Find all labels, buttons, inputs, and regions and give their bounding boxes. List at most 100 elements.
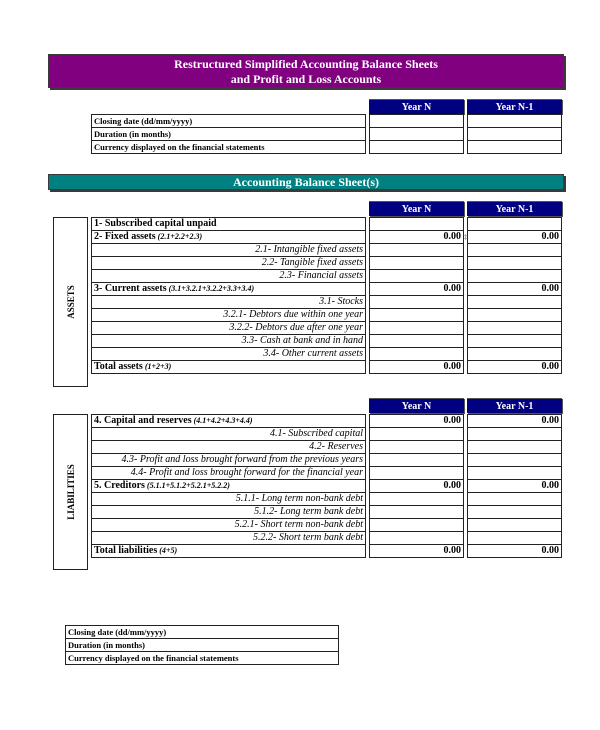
assets-header-year-n1: Year N-1 [467, 201, 562, 216]
assets-row: 3.2.1- Debtors due within one year [91, 308, 366, 322]
footer-info-row: Closing date (dd/mm/yyyy) [65, 625, 339, 639]
footer-info-label: Duration (in months) [65, 638, 339, 652]
assets-year-n1-value[interactable] [467, 269, 562, 283]
assets-item-label: Total assets (1+2+3) [91, 360, 366, 374]
assets-item-label: 2.1- Intangible fixed assets [91, 243, 366, 257]
assets-row [369, 347, 464, 361]
assets-year-n1-value[interactable]: 0.00 [467, 282, 562, 296]
liabilities-year-n-value[interactable] [369, 492, 464, 506]
assets-row [467, 334, 562, 348]
liabilities-row [467, 518, 562, 532]
assets-side-box: ASSETS [53, 217, 88, 387]
info-year-n1-input[interactable] [467, 140, 562, 154]
assets-year-n-value[interactable]: 0.00 [369, 230, 464, 244]
assets-item-label: 3- Current assets (3.1+3.2.1+3.2.2+3.3+3… [91, 282, 366, 296]
info-year-n1-input[interactable] [467, 127, 562, 141]
info-row: Currency displayed on the financial stat… [91, 140, 366, 154]
assets-year-n1-table: 0.00 0.00 0.00 [467, 217, 562, 374]
liabilities-year-n1-value[interactable]: 0.00 [467, 544, 562, 558]
assets-row: 2- Fixed assets (2.1+2.2+2.3) [91, 230, 366, 244]
liabilities-year-n-value[interactable]: 0.00 [369, 414, 464, 428]
info-header-year-n: Year N [369, 99, 464, 114]
assets-year-n-value[interactable]: 0.00 [369, 282, 464, 296]
liabilities-year-n1-value[interactable]: 0.00 [467, 414, 562, 428]
assets-row: 3.4- Other current assets [91, 347, 366, 361]
liabilities-year-n1-value[interactable] [467, 440, 562, 454]
assets-year-n-value[interactable] [369, 321, 464, 335]
info-year-n-input[interactable] [369, 114, 464, 128]
liabilities-row: 4.3- Profit and loss brought forward fro… [91, 453, 366, 467]
assets-row [369, 295, 464, 309]
liabilities-year-n-value[interactable] [369, 453, 464, 467]
assets-row [369, 334, 464, 348]
assets-year-n1-value[interactable] [467, 321, 562, 335]
liabilities-year-n-value[interactable] [369, 505, 464, 519]
assets-year-n-value[interactable]: 0.00 [369, 360, 464, 374]
assets-row: 3.1- Stocks [91, 295, 366, 309]
liabilities-item-label: 5. Creditors (5.1.1+5.1.2+5.2.1+5.2.2) [91, 479, 366, 493]
liabilities-row [369, 453, 464, 467]
assets-year-n1-value[interactable]: 0.00 [467, 230, 562, 244]
liabilities-year-n-value[interactable] [369, 427, 464, 441]
assets-items-table: 1- Subscribed capital unpaid 2- Fixed ass… [91, 217, 366, 374]
assets-year-n1-value[interactable] [467, 295, 562, 309]
assets-year-n-value[interactable] [369, 308, 464, 322]
assets-year-n1-value[interactable]: 0.00 [467, 360, 562, 374]
liabilities-year-n-value[interactable] [369, 518, 464, 532]
liabilities-year-n1-value[interactable] [467, 518, 562, 532]
assets-formula: (3.1+3.2.1+3.2.2+3.3+3.4) [166, 284, 255, 293]
liabilities-year-n-value[interactable]: 0.00 [369, 544, 464, 558]
liabilities-year-n-table: 0.00 0.00 0.00 [369, 414, 464, 558]
assets-row: 3.3- Cash at bank and in hand [91, 334, 366, 348]
liabilities-year-n1-value[interactable] [467, 466, 562, 480]
liabilities-year-n-value[interactable] [369, 466, 464, 480]
liabilities-year-n1-value[interactable]: 0.00 [467, 479, 562, 493]
assets-year-n-value[interactable] [369, 334, 464, 348]
liabilities-year-n-value[interactable] [369, 440, 464, 454]
liabilities-row [467, 427, 562, 441]
liabilities-item-label: 5.2.2- Short term bank debt [91, 531, 366, 545]
assets-row: 3- Current assets (3.1+3.2.1+3.2.2+3.3+3… [91, 282, 366, 296]
assets-year-n-value[interactable] [369, 243, 464, 257]
liabilities-year-n1-value[interactable] [467, 427, 562, 441]
info-year-n-input[interactable] [369, 127, 464, 141]
assets-row: 3.2.2- Debtors due after one year [91, 321, 366, 335]
liabilities-row [467, 531, 562, 545]
info-row: Closing date (dd/mm/yyyy) [91, 114, 366, 128]
assets-year-n-value[interactable] [369, 269, 464, 283]
liabilities-formula: (4.1+4.2+4.3+4.4) [191, 416, 253, 425]
assets-year-n1-value[interactable] [467, 243, 562, 257]
assets-row [369, 256, 464, 270]
liabilities-year-n-value[interactable] [369, 531, 464, 545]
liabilities-items-table: 4. Capital and reserves (4.1+4.2+4.3+4.4… [91, 414, 366, 558]
assets-year-n-value[interactable] [369, 217, 464, 231]
balance-sheet-title: Accounting Balance Sheet(s) [233, 175, 379, 189]
liabilities-year-n1-value[interactable] [467, 531, 562, 545]
assets-row [467, 269, 562, 283]
assets-year-n1-value[interactable] [467, 217, 562, 231]
assets-row: 0.00 [467, 282, 562, 296]
assets-year-n-value[interactable] [369, 347, 464, 361]
assets-year-n1-value[interactable] [467, 334, 562, 348]
assets-row [467, 321, 562, 335]
assets-formula: (2.1+2.2+2.3) [155, 232, 203, 241]
liabilities-item-label: Total liabilities (4+5) [91, 544, 366, 558]
liabilities-row: 4.1- Subscribed capital [91, 427, 366, 441]
liabilities-side-box: LIABILITIES [53, 414, 88, 570]
assets-year-n-value[interactable] [369, 295, 464, 309]
info-year-n-table [369, 114, 464, 154]
assets-year-n-value[interactable] [369, 256, 464, 270]
liabilities-year-n1-value[interactable] [467, 492, 562, 506]
assets-year-n1-value[interactable] [467, 308, 562, 322]
info-year-n1-input[interactable] [467, 114, 562, 128]
liabilities-year-n1-value[interactable] [467, 453, 562, 467]
assets-year-n1-value[interactable] [467, 256, 562, 270]
info-year-n-input[interactable] [369, 140, 464, 154]
title-line-1: Restructured Simplified Accounting Balan… [174, 57, 438, 71]
assets-year-n1-value[interactable] [467, 347, 562, 361]
assets-row [369, 308, 464, 322]
liabilities-year-n-value[interactable]: 0.00 [369, 479, 464, 493]
liabilities-year-n1-value[interactable] [467, 505, 562, 519]
assets-row [369, 321, 464, 335]
liabilities-row: 0.00 [369, 414, 464, 428]
